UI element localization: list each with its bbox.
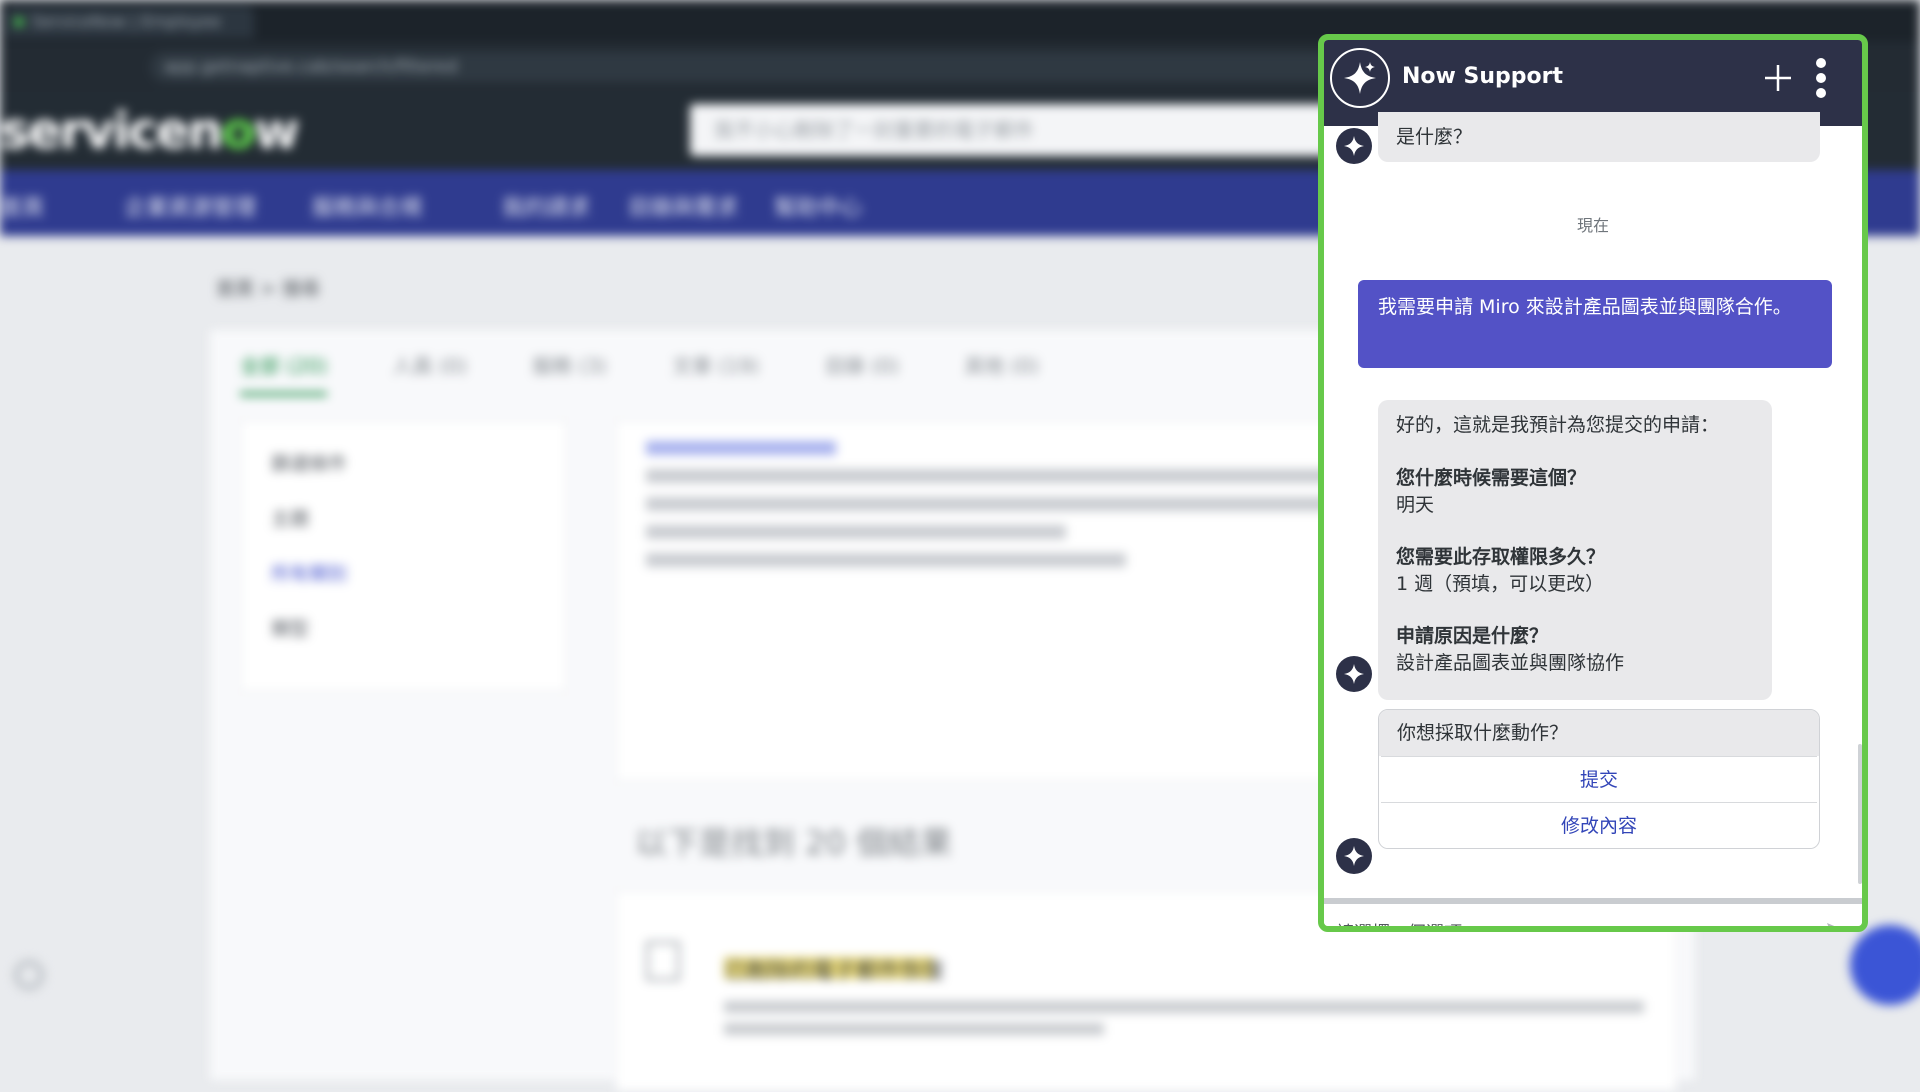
summary-question: 您需要此存取權限多久？: [1396, 546, 1606, 568]
tab-catalog[interactable]: 目錄 (0): [825, 354, 900, 378]
summary-answer: 明天: [1396, 494, 1435, 516]
message-timestamp: 現在: [1576, 216, 1609, 235]
tab-all[interactable]: 全部 (20): [240, 354, 328, 396]
bot-avatar: [1336, 838, 1372, 874]
chat-bubble-icon[interactable]: [1850, 925, 1920, 1005]
bot-avatar: [1336, 656, 1372, 692]
nav-item[interactable]: 目錄與需求: [628, 190, 738, 222]
tab-services[interactable]: 服務 (3): [532, 354, 607, 378]
bot-message: 是什麼？: [1378, 112, 1820, 162]
nav-item[interactable]: 服務與合規: [312, 190, 422, 222]
submit-button[interactable]: 提交: [1381, 756, 1817, 803]
result-count-heading: 以下是找到 20 個結果: [635, 824, 953, 862]
filter-item[interactable]: 主題: [271, 504, 566, 531]
chat-title: Now Support: [1402, 64, 1563, 89]
result-title[interactable]: 已刪除的電子郵件恢復: [724, 953, 944, 985]
filter-item[interactable]: 類型: [271, 614, 566, 641]
edit-content-button[interactable]: 修改內容: [1381, 802, 1817, 848]
nav-item[interactable]: 我的請求: [502, 190, 590, 222]
bot-avatar: [1336, 128, 1372, 164]
summary-question: 您什麼時候需要這個？: [1396, 467, 1587, 489]
tab-people[interactable]: 人員 (0): [393, 354, 468, 378]
text-line: [646, 469, 1366, 483]
tab-articles[interactable]: 文章 (19): [672, 354, 759, 378]
send-icon[interactable]: [1824, 918, 1854, 926]
breadcrumb[interactable]: 首頁 > 搜尋: [216, 274, 320, 301]
favicon-icon: [14, 17, 24, 27]
now-support-chat-panel: Now Support 是什麼？ 現在 我需要申請 Miro 來設計產品圖表並與…: [1318, 34, 1868, 932]
plus-icon[interactable]: [1758, 58, 1798, 98]
result-tabs: 全部 (20) 人員 (0) 服務 (3) 文章 (19) 目錄 (0) 其他 …: [240, 350, 1099, 396]
text-line: [646, 525, 1066, 539]
chat-message-input[interactable]: [1334, 910, 1808, 926]
text-line: [724, 1023, 1104, 1035]
tab-other[interactable]: 其他 (0): [964, 354, 1039, 378]
summary-intro: 好的，這就是我預計為您提交的申請：: [1396, 414, 1720, 436]
document-icon: [646, 941, 680, 981]
nav-item[interactable]: 幫助中心: [774, 190, 862, 222]
action-card: 你想採取什麼動作？ 提交 修改內容: [1378, 709, 1820, 849]
result-link-placeholder: [646, 441, 836, 455]
summary-answer: 設計產品圖表並與團隊協作: [1396, 652, 1625, 674]
text-line: [646, 497, 1346, 511]
nav-item[interactable]: 企業資源管理: [124, 190, 256, 222]
logo-text-end: w: [253, 102, 300, 160]
site-search-input[interactable]: 我不小心刪除了一封重要的電子郵件: [690, 104, 1350, 156]
bot-message-text: 是什麼？: [1396, 126, 1473, 148]
logo-text: servicen: [0, 102, 223, 160]
sparkle-icon: [1330, 48, 1390, 108]
settings-icon[interactable]: [14, 960, 44, 990]
chat-scrollbar[interactable]: [1858, 744, 1862, 884]
servicenow-logo[interactable]: servicenow: [0, 102, 300, 160]
nav-item[interactable]: 首頁: [0, 190, 44, 222]
browser-tab[interactable]: ServiceNow | Employee Center: [4, 6, 254, 63]
chat-input-area: [1324, 904, 1862, 926]
text-line: [724, 1001, 1644, 1013]
logo-o: o: [221, 102, 255, 160]
summary-question: 申請原因是什麼？: [1396, 625, 1549, 647]
chat-transcript[interactable]: 是什麼？ 現在 我需要申請 Miro 來設計產品圖表並與團隊合作。 好的，這就是…: [1324, 112, 1862, 896]
filter-title: 篩選條件: [271, 453, 348, 475]
filter-item[interactable]: 所有類別: [271, 559, 566, 586]
text-line: [646, 553, 1126, 567]
filter-panel: 篩選條件 主題 所有類別 類型: [240, 420, 567, 692]
more-vertical-icon[interactable]: [1808, 54, 1834, 102]
bot-summary-message: 好的，這就是我預計為您提交的申請： 您什麼時候需要這個？ 明天 您需要此存取權限…: [1378, 400, 1772, 700]
summary-answer: 1 週（預填，可以更改）: [1396, 573, 1605, 595]
user-message: 我需要申請 Miro 來設計產品圖表並與團隊合作。: [1358, 280, 1832, 368]
action-question: 你想採取什麼動作？: [1379, 710, 1819, 756]
